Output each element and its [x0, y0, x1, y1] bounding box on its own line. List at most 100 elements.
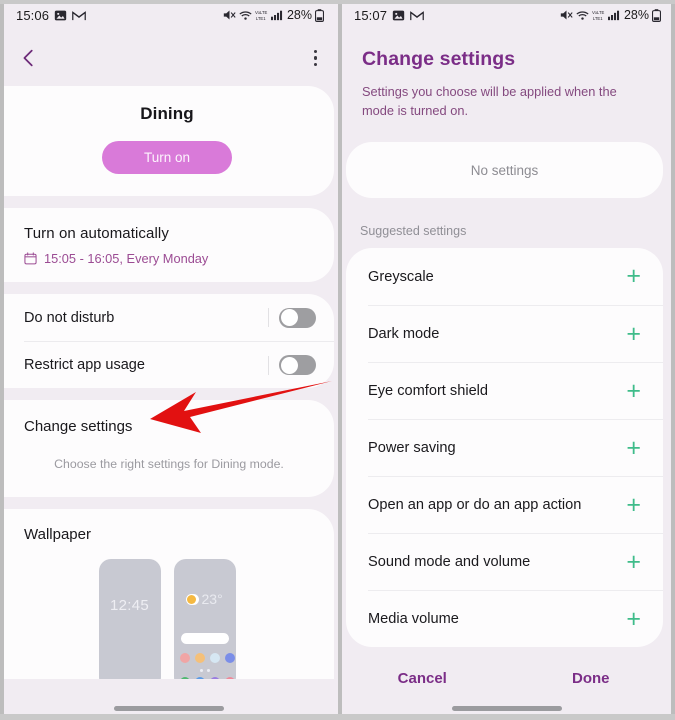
sun-icon — [186, 594, 196, 604]
restrict-app-usage-switch-box[interactable] — [268, 355, 316, 375]
battery-icon — [315, 8, 324, 22]
screen-bezel-bottom — [338, 714, 675, 720]
dual-phone-screenshot: 15:06 VoLTE LTE1 28% Dining Turn on Turn… — [0, 0, 675, 720]
wifi-icon — [239, 10, 252, 21]
status-bar-left: 15:06 — [16, 8, 86, 23]
home-indicator — [338, 706, 675, 711]
suggested-label: Media volume — [368, 611, 459, 628]
suggested-label: Eye comfort shield — [368, 383, 489, 400]
screen-bezel-left — [338, 0, 342, 720]
schedule-row: 15:05 - 16:05, Every Monday — [24, 251, 334, 266]
suggested-label: Power saving — [368, 440, 456, 457]
search-bar-preview — [180, 633, 229, 644]
toggles-card: Do not disturb Restrict app usage — [0, 294, 334, 388]
gmail-icon — [410, 10, 424, 21]
switch-knob — [280, 309, 298, 326]
change-settings-subtitle: Choose the right settings for Dining mod… — [54, 457, 284, 471]
suggested-settings-list: Greyscale + Dark mode + Eye comfort shie… — [346, 248, 663, 648]
mute-icon — [560, 9, 573, 21]
restrict-app-usage-switch[interactable] — [279, 355, 316, 375]
home-indicator — [0, 706, 338, 711]
page-description: Settings you choose will be applied when… — [362, 84, 617, 118]
suggested-label: Open an app or do an app action — [368, 497, 582, 514]
mode-title: Dining — [140, 104, 194, 123]
add-icon[interactable]: + — [626, 606, 641, 632]
add-icon[interactable]: + — [626, 492, 641, 518]
navigation-row — [0, 30, 338, 86]
gmail-icon — [72, 10, 86, 21]
suggested-row-eye-comfort-shield[interactable]: Eye comfort shield + — [368, 362, 663, 419]
change-settings-card[interactable]: Change settings Choose the right setting… — [0, 400, 334, 497]
page-title: Change settings — [362, 48, 516, 70]
wallpaper-card[interactable]: Wallpaper 12:45 23° — [0, 509, 334, 679]
done-button[interactable]: Done — [507, 670, 675, 687]
status-bar-left: 15:07 — [354, 8, 424, 23]
svg-text:VoLTE: VoLTE — [255, 10, 268, 15]
battery-percent: 28% — [623, 8, 649, 22]
wallpaper-previews: 12:45 23° — [24, 559, 334, 679]
back-icon[interactable] — [18, 47, 40, 69]
add-icon[interactable]: + — [626, 435, 641, 461]
restrict-app-usage-label: Restrict app usage — [24, 357, 145, 373]
homescreen-preview[interactable]: 23° — [173, 559, 236, 679]
divider — [268, 308, 269, 327]
status-time: 15:06 — [16, 7, 50, 23]
signal-icon — [607, 9, 620, 21]
toggle-row-do-not-disturb[interactable]: Do not disturb — [24, 294, 334, 341]
weather-widget-icon: 23° — [182, 591, 223, 607]
turn-on-button[interactable]: Turn on — [101, 141, 233, 174]
image-icon — [54, 9, 67, 22]
app-icon-row-2 — [179, 677, 235, 679]
suggested-label: Sound mode and volume — [368, 554, 531, 571]
mode-hero-card: Dining Turn on — [0, 86, 334, 196]
preview-temp: 23° — [201, 591, 223, 607]
turn-on-automatically-card[interactable]: Turn on automatically 15:05 - 16:05, Eve… — [0, 208, 334, 282]
svg-text:LTE1: LTE1 — [593, 16, 603, 21]
status-time: 15:07 — [354, 7, 388, 23]
turn-on-wrap: Turn on — [0, 141, 334, 174]
add-icon[interactable]: + — [626, 264, 641, 289]
lockscreen-preview[interactable]: 12:45 — [98, 559, 161, 679]
no-settings-text: No settings — [470, 162, 539, 178]
image-icon — [392, 9, 405, 22]
do-not-disturb-label: Do not disturb — [24, 309, 115, 326]
app-icon-row-1 — [179, 653, 235, 663]
right-phone-screen: 15:07 VoLTE LTE1 28% Change settings Set… — [338, 0, 675, 720]
suggested-row-sound-mode-and-volume[interactable]: Sound mode and volume + — [368, 533, 663, 590]
mute-icon — [223, 9, 236, 21]
add-icon[interactable]: + — [626, 321, 641, 347]
do-not-disturb-switch[interactable] — [279, 307, 316, 328]
preview-clock: 12:45 — [109, 597, 150, 614]
suggested-label: Greyscale — [368, 268, 434, 285]
signal-icon — [270, 9, 283, 21]
turn-on-automatically-label: Turn on automatically — [24, 225, 169, 242]
volte-icon: VoLTE LTE1 — [255, 9, 268, 21]
status-bar-right: VoLTE LTE1 28% — [223, 8, 324, 22]
wallpaper-label: Wallpaper — [24, 526, 91, 543]
screen-bezel-right — [671, 0, 675, 720]
screen-bezel-bottom — [0, 714, 338, 720]
suggested-row-greyscale[interactable]: Greyscale + — [368, 248, 663, 305]
toggle-row-restrict-app-usage[interactable]: Restrict app usage — [24, 341, 334, 388]
calendar-icon — [24, 252, 37, 265]
divider — [268, 355, 269, 375]
add-icon[interactable]: + — [626, 549, 641, 575]
do-not-disturb-switch-box[interactable] — [268, 307, 316, 328]
suggested-row-dark-mode[interactable]: Dark mode + — [368, 305, 663, 362]
page-header: Change settings Settings you choose will… — [338, 30, 675, 120]
no-settings-card: No settings — [346, 142, 663, 199]
volte-icon: VoLTE LTE1 — [592, 9, 605, 21]
status-bar-right: VoLTE LTE1 28% — [560, 8, 661, 22]
suggested-row-power-saving[interactable]: Power saving + — [368, 419, 663, 476]
more-options-icon[interactable] — [310, 44, 322, 73]
suggested-row-open-an-app[interactable]: Open an app or do an app action + — [368, 476, 663, 533]
screen-bezel-left — [0, 0, 4, 720]
footer-actions: Cancel Done — [338, 647, 675, 709]
add-icon[interactable]: + — [626, 378, 641, 404]
suggested-label: Dark mode — [368, 326, 440, 343]
suggested-row-media-volume[interactable]: Media volume + — [368, 590, 663, 647]
svg-text:VoLTE: VoLTE — [592, 10, 605, 15]
cancel-button[interactable]: Cancel — [338, 670, 507, 687]
switch-knob — [280, 356, 298, 374]
left-phone-screen: 15:06 VoLTE LTE1 28% Dining Turn on Turn… — [0, 0, 338, 720]
